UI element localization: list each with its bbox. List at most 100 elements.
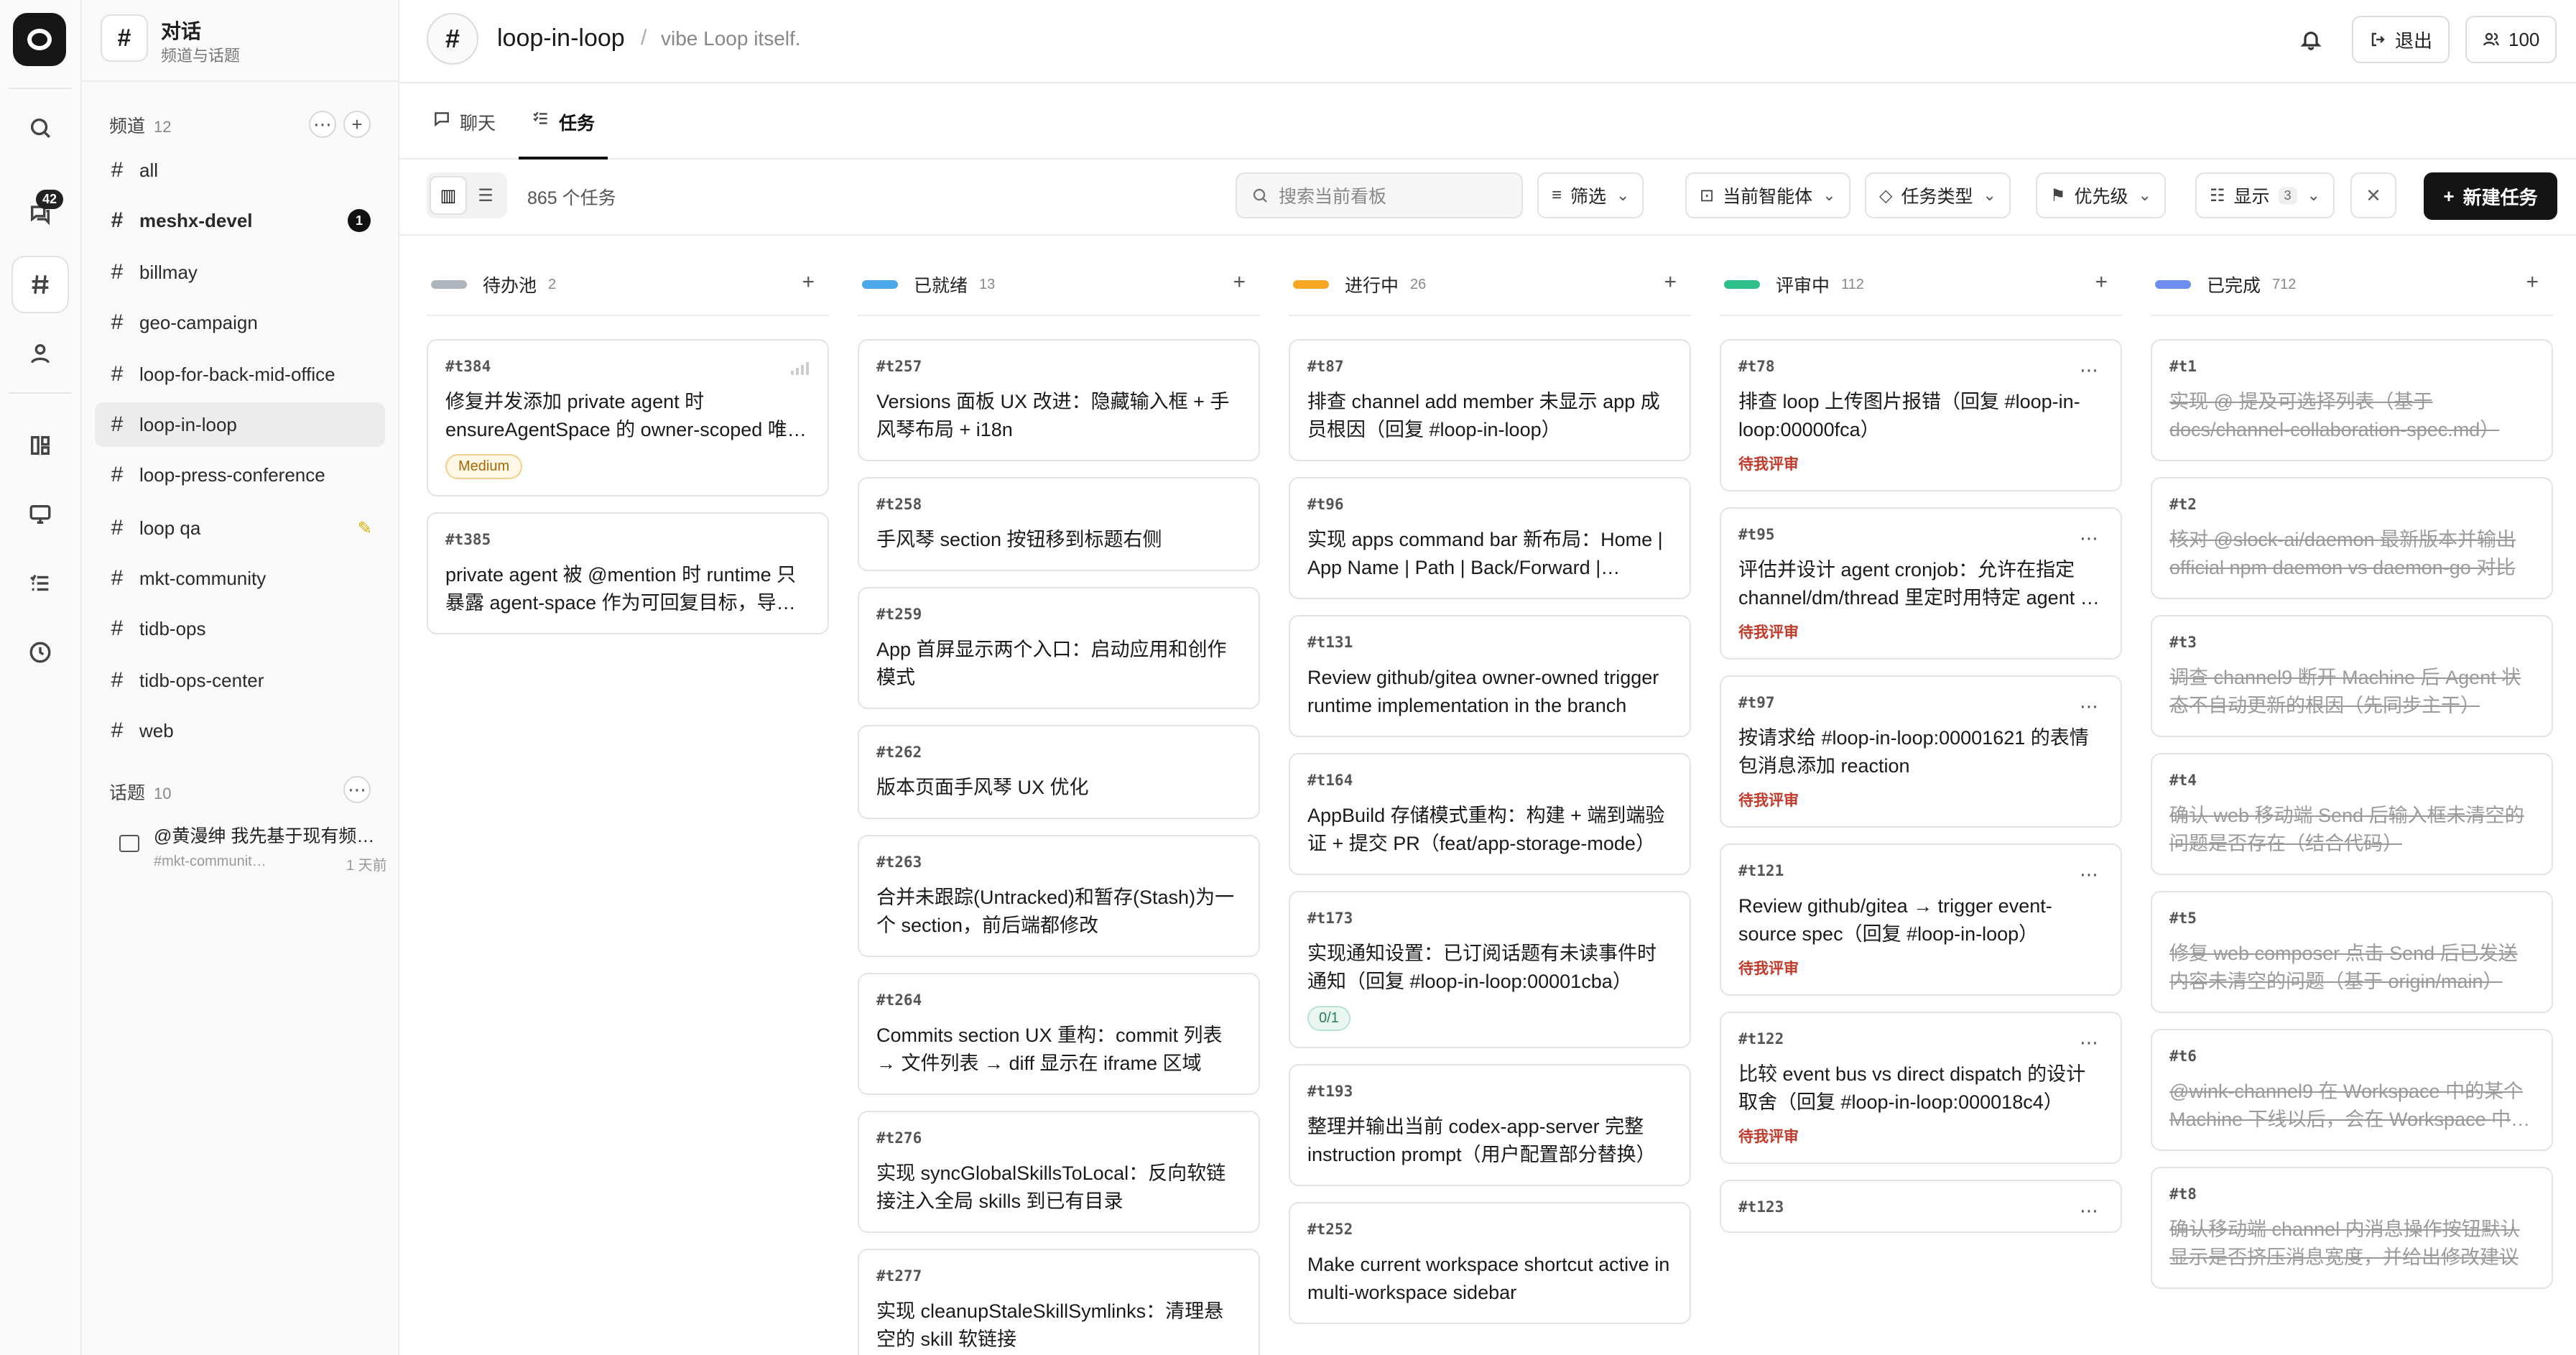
task-card[interactable]: #t384 修复并发添加 private agent 时 ensureAgentS… <box>427 339 829 496</box>
sidebar-item-channel[interactable]: # loop-for-back-mid-office <box>95 352 385 397</box>
task-card[interactable]: #t3 调查 channel9 断开 Machine 后 Agent 状态不自动更… <box>2151 615 2553 737</box>
priority-button[interactable]: ⚑ 优先级 ⌄ <box>2036 172 2166 218</box>
task-card[interactable]: #t1 实现 @ 提及可选择列表（基于 docs/channel-collabor… <box>2151 339 2553 461</box>
channels-icon[interactable] <box>11 256 69 313</box>
task-card[interactable]: #t87 排查 channel add member 未显示 app 成员根因（回… <box>1289 339 1691 461</box>
sidebar-item-channel[interactable]: # tidb-ops <box>95 606 385 651</box>
display-button[interactable]: ☷ 显示 3 ⌄ <box>2195 172 2335 218</box>
topics-count: 10 <box>154 785 172 803</box>
sidebar-item-channel[interactable]: # loop-press-conference <box>95 453 385 497</box>
task-card[interactable]: #t5 修复 web composer 点击 Send 后已发送内容未清空的问题（… <box>2151 891 2553 1013</box>
hash-icon: # <box>111 158 124 182</box>
board-view-icon[interactable]: ▥ <box>430 176 467 215</box>
task-card[interactable]: #t6 @wink-channel9 在 Workspace 中的某个 Machi… <box>2151 1029 2553 1151</box>
task-card[interactable]: #t164 AppBuild 存储模式重构：构建 + 端到端验证 + 提交 PR（… <box>1289 753 1691 875</box>
app-root: 42 # 对话 频道与话题 频道 12 ⋯ + # all # meshx-de… <box>0 0 2576 1355</box>
column-count: 13 <box>979 276 996 292</box>
bell-icon[interactable] <box>2293 22 2329 57</box>
messages-icon[interactable]: 42 <box>11 185 69 243</box>
task-id: #t385 <box>445 531 491 548</box>
apps-icon[interactable] <box>11 417 69 474</box>
sidebar-item-channel[interactable]: # loop qa ✎ <box>95 506 385 550</box>
task-card[interactable]: #t4 确认 web 移动端 Send 后输入框未清空的问题是否存在（结合代码） <box>2151 753 2553 875</box>
task-card[interactable]: #t2 核对 @slock-ai/daemon 最新版本并输出 official … <box>2151 477 2553 599</box>
task-card[interactable]: #t96 实现 apps command bar 新布局：Home | App N… <box>1289 477 1691 599</box>
more-icon[interactable]: ⋯ <box>2080 1032 2099 1054</box>
logout-label: 退出 <box>2395 29 2433 52</box>
tab-tasks[interactable]: 任务 <box>519 109 608 159</box>
task-card[interactable]: #t263 合并未跟踪(Untracked)和暂存(Stash)为一个 secti… <box>858 835 1260 957</box>
more-icon[interactable]: ⋯ <box>2080 864 2099 886</box>
task-card[interactable]: #t276 实现 syncGlobalSkillsToLocal：反向软链接注入全… <box>858 1111 1260 1233</box>
task-card[interactable]: #t122 ⋯ 比较 event bus vs direct dispatch 的设… <box>1720 1012 2122 1164</box>
task-id: #t131 <box>1307 634 1353 651</box>
more-icon[interactable]: ⋯ <box>2080 527 2099 550</box>
logout-button[interactable]: 退出 <box>2352 16 2450 63</box>
tab-chat[interactable]: 聊天 <box>432 109 496 159</box>
column-header: 已完成 712 + <box>2151 267 2553 302</box>
sidebar-item-channel[interactable]: # billmay <box>95 250 385 295</box>
task-card[interactable]: #t8 确认移动端 channel 内消息操作按钮默认显示是否挤压消息宽度，并给出… <box>2151 1167 2553 1289</box>
task-title: Review github/gitea owner-owned trigger … <box>1307 667 1659 716</box>
add-card-button[interactable]: + <box>2095 270 2108 295</box>
task-card[interactable]: #t97 ⋯ 按请求给 #loop-in-loop:00001621 的表情包消息添… <box>1720 675 2122 828</box>
task-card[interactable]: #t262 版本页面手风琴 UX 优化 <box>858 725 1260 819</box>
channels-more-button[interactable]: ⋯ <box>309 111 336 138</box>
task-card[interactable]: #t95 ⋯ 评估并设计 agent cronjob：允许在指定 channel/d… <box>1720 507 2122 660</box>
task-type-button[interactable]: ◇ 任务类型 ⌄ <box>1865 172 2011 218</box>
history-icon[interactable] <box>11 624 69 681</box>
people-icon[interactable] <box>11 325 69 382</box>
add-card-button[interactable]: + <box>1233 270 1246 295</box>
task-card[interactable]: #t173 实现通知设置：已订阅话题有未读事件时通知（回复 #loop-in-lo… <box>1289 891 1691 1048</box>
members-button[interactable]: 100 <box>2465 16 2557 63</box>
task-list-icon[interactable] <box>11 555 69 612</box>
topics-more-button[interactable]: ⋯ <box>343 776 371 803</box>
search-placeholder: 搜索当前看板 <box>1279 187 1387 207</box>
list-view-icon[interactable]: ☰ <box>467 176 504 215</box>
task-card[interactable]: #t257 Versions 面板 UX 改进：隐藏输入框 + 手风琴布局 + i… <box>858 339 1260 461</box>
card-list: #t87 排查 channel add member 未显示 app 成员根因（回… <box>1289 339 1691 1340</box>
task-card[interactable]: #t121 ⋯ Review github/gitea → trigger even… <box>1720 843 2122 996</box>
sidebar-item-channel[interactable]: # tidb-ops-center <box>95 658 385 703</box>
sidebar-item-channel[interactable]: # loop-in-loop <box>95 402 385 447</box>
board-search-input[interactable]: 搜索当前看板 <box>1236 172 1523 218</box>
card-list: #t384 修复并发添加 private agent 时 ensureAgentS… <box>427 339 829 650</box>
task-card[interactable]: #t123 ⋯ <box>1720 1180 2122 1233</box>
sidebar-item-channel[interactable]: # web <box>95 708 385 753</box>
tab-chat-label: 聊天 <box>460 114 496 134</box>
new-task-button[interactable]: + 新建任务 <box>2424 172 2557 220</box>
more-icon[interactable]: ⋯ <box>2080 1200 2099 1222</box>
task-card[interactable]: #t78 ⋯ 排查 loop 上传图片报错（回复 #loop-in-loop:000… <box>1720 339 2122 491</box>
add-card-button[interactable]: + <box>2526 270 2539 295</box>
task-card[interactable]: #t277 实现 cleanupStaleSkillSymlinks：清理悬空的 … <box>858 1249 1260 1355</box>
more-icon[interactable]: ⋯ <box>2080 359 2099 381</box>
clear-filters-button[interactable]: ✕ <box>2350 172 2396 218</box>
task-card[interactable]: #t259 App 首屏显示两个入口：启动应用和创作模式 <box>858 587 1260 709</box>
app-logo[interactable] <box>13 13 66 66</box>
task-card[interactable]: #t131 Review github/gitea owner-owned tri… <box>1289 615 1691 737</box>
sidebar-item-channel[interactable]: # all <box>95 148 385 193</box>
task-card[interactable]: #t264 Commits section UX 重构：commit 列表 → 文… <box>858 973 1260 1095</box>
sidebar-item-channel[interactable]: # geo-campaign <box>95 300 385 345</box>
monitor-icon[interactable] <box>11 486 69 543</box>
agent-filter-button[interactable]: ⊡ 当前智能体 ⌄ <box>1685 172 1850 218</box>
task-id: #t262 <box>876 744 922 761</box>
priority-label: 优先级 <box>2074 187 2128 207</box>
task-card[interactable]: #t258 手风琴 section 按钮移到标题右侧 <box>858 477 1260 571</box>
task-id: #t193 <box>1307 1083 1353 1100</box>
status-color-bar <box>431 280 467 289</box>
sidebar-item-channel[interactable]: # mkt-community <box>95 556 385 601</box>
task-card[interactable]: #t193 整理并输出当前 codex-app-server 完整 instruc… <box>1289 1064 1691 1186</box>
task-card[interactable]: #t385 private agent 被 @mention 时 runtime … <box>427 512 829 634</box>
search-icon[interactable] <box>11 99 69 157</box>
add-card-button[interactable]: + <box>802 270 815 295</box>
add-card-button[interactable]: + <box>1664 270 1677 295</box>
sidebar-item-channel[interactable]: # meshx-devel 1 <box>95 198 385 243</box>
more-icon[interactable]: ⋯ <box>2080 695 2099 718</box>
filter-button[interactable]: ≡ 筛选 ⌄ <box>1537 172 1644 218</box>
hash-icon: # <box>111 463 124 486</box>
task-id: #t173 <box>1307 910 1353 927</box>
task-card[interactable]: #t252 Make current workspace shortcut act… <box>1289 1202 1691 1324</box>
add-channel-button[interactable]: + <box>343 111 371 138</box>
task-title: 手风琴 section 按钮移到标题右侧 <box>876 529 1162 550</box>
